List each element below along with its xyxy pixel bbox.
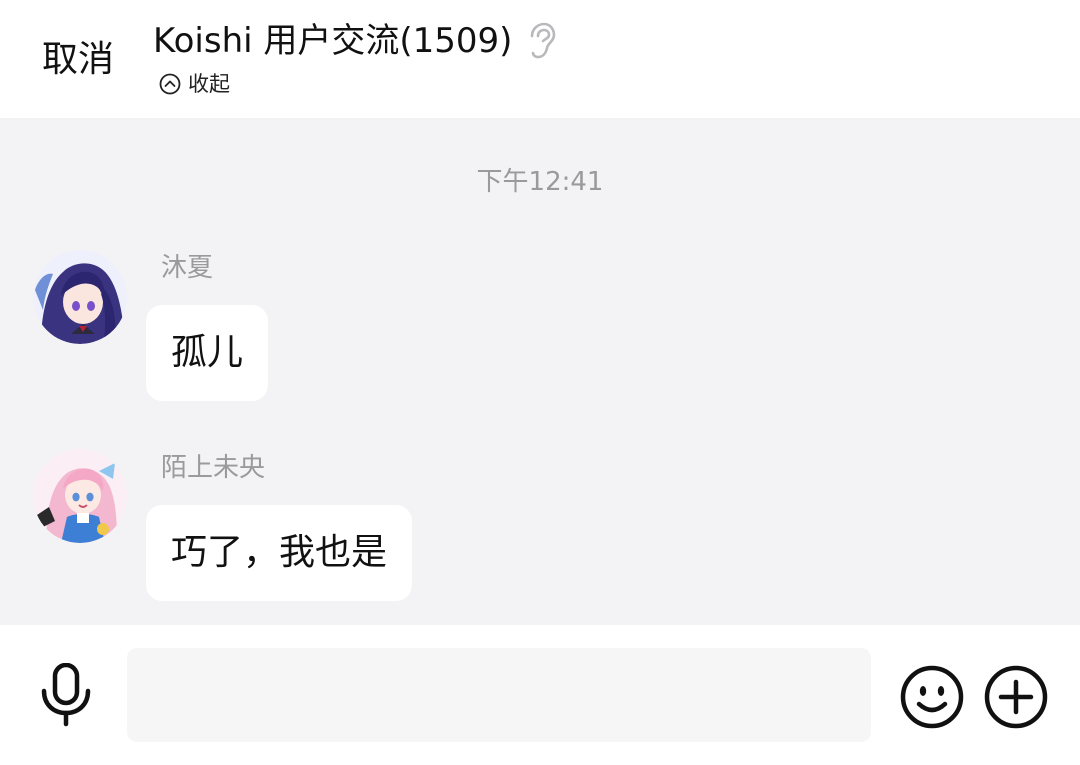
plus-circle-icon[interactable] [983, 664, 1049, 730]
message-bubble[interactable]: 巧了，我也是 [146, 505, 413, 601]
chevron-up-circle-icon [159, 73, 181, 95]
microphone-icon[interactable] [38, 662, 94, 727]
sender-name: 陌上未央 [161, 453, 266, 483]
chat-screen: 取消 Koishi 用户交流(1509) 收起 下午12:41 沐夏 孤儿 陌上… [0, 0, 1080, 765]
sender-name: 沐夏 [161, 253, 214, 283]
sender-avatar[interactable] [33, 449, 127, 543]
message-bubble[interactable]: 孤儿 [146, 305, 269, 401]
message-timestamp: 下午12:41 [476, 167, 604, 197]
group-title[interactable]: Koishi 用户交流(1509) [153, 18, 512, 64]
chat-header: 取消 Koishi 用户交流(1509) 收起 [0, 0, 1080, 118]
sender-avatar[interactable] [33, 250, 127, 344]
smiley-icon[interactable] [899, 664, 965, 730]
collapse-toggle[interactable]: 收起 [159, 70, 230, 98]
input-bar [0, 625, 1080, 765]
message-input[interactable] [127, 648, 871, 742]
ear-icon[interactable] [526, 22, 556, 60]
cancel-button[interactable]: 取消 [42, 36, 114, 84]
title-row: Koishi 用户交流(1509) [153, 18, 556, 64]
collapse-label: 收起 [188, 72, 230, 96]
